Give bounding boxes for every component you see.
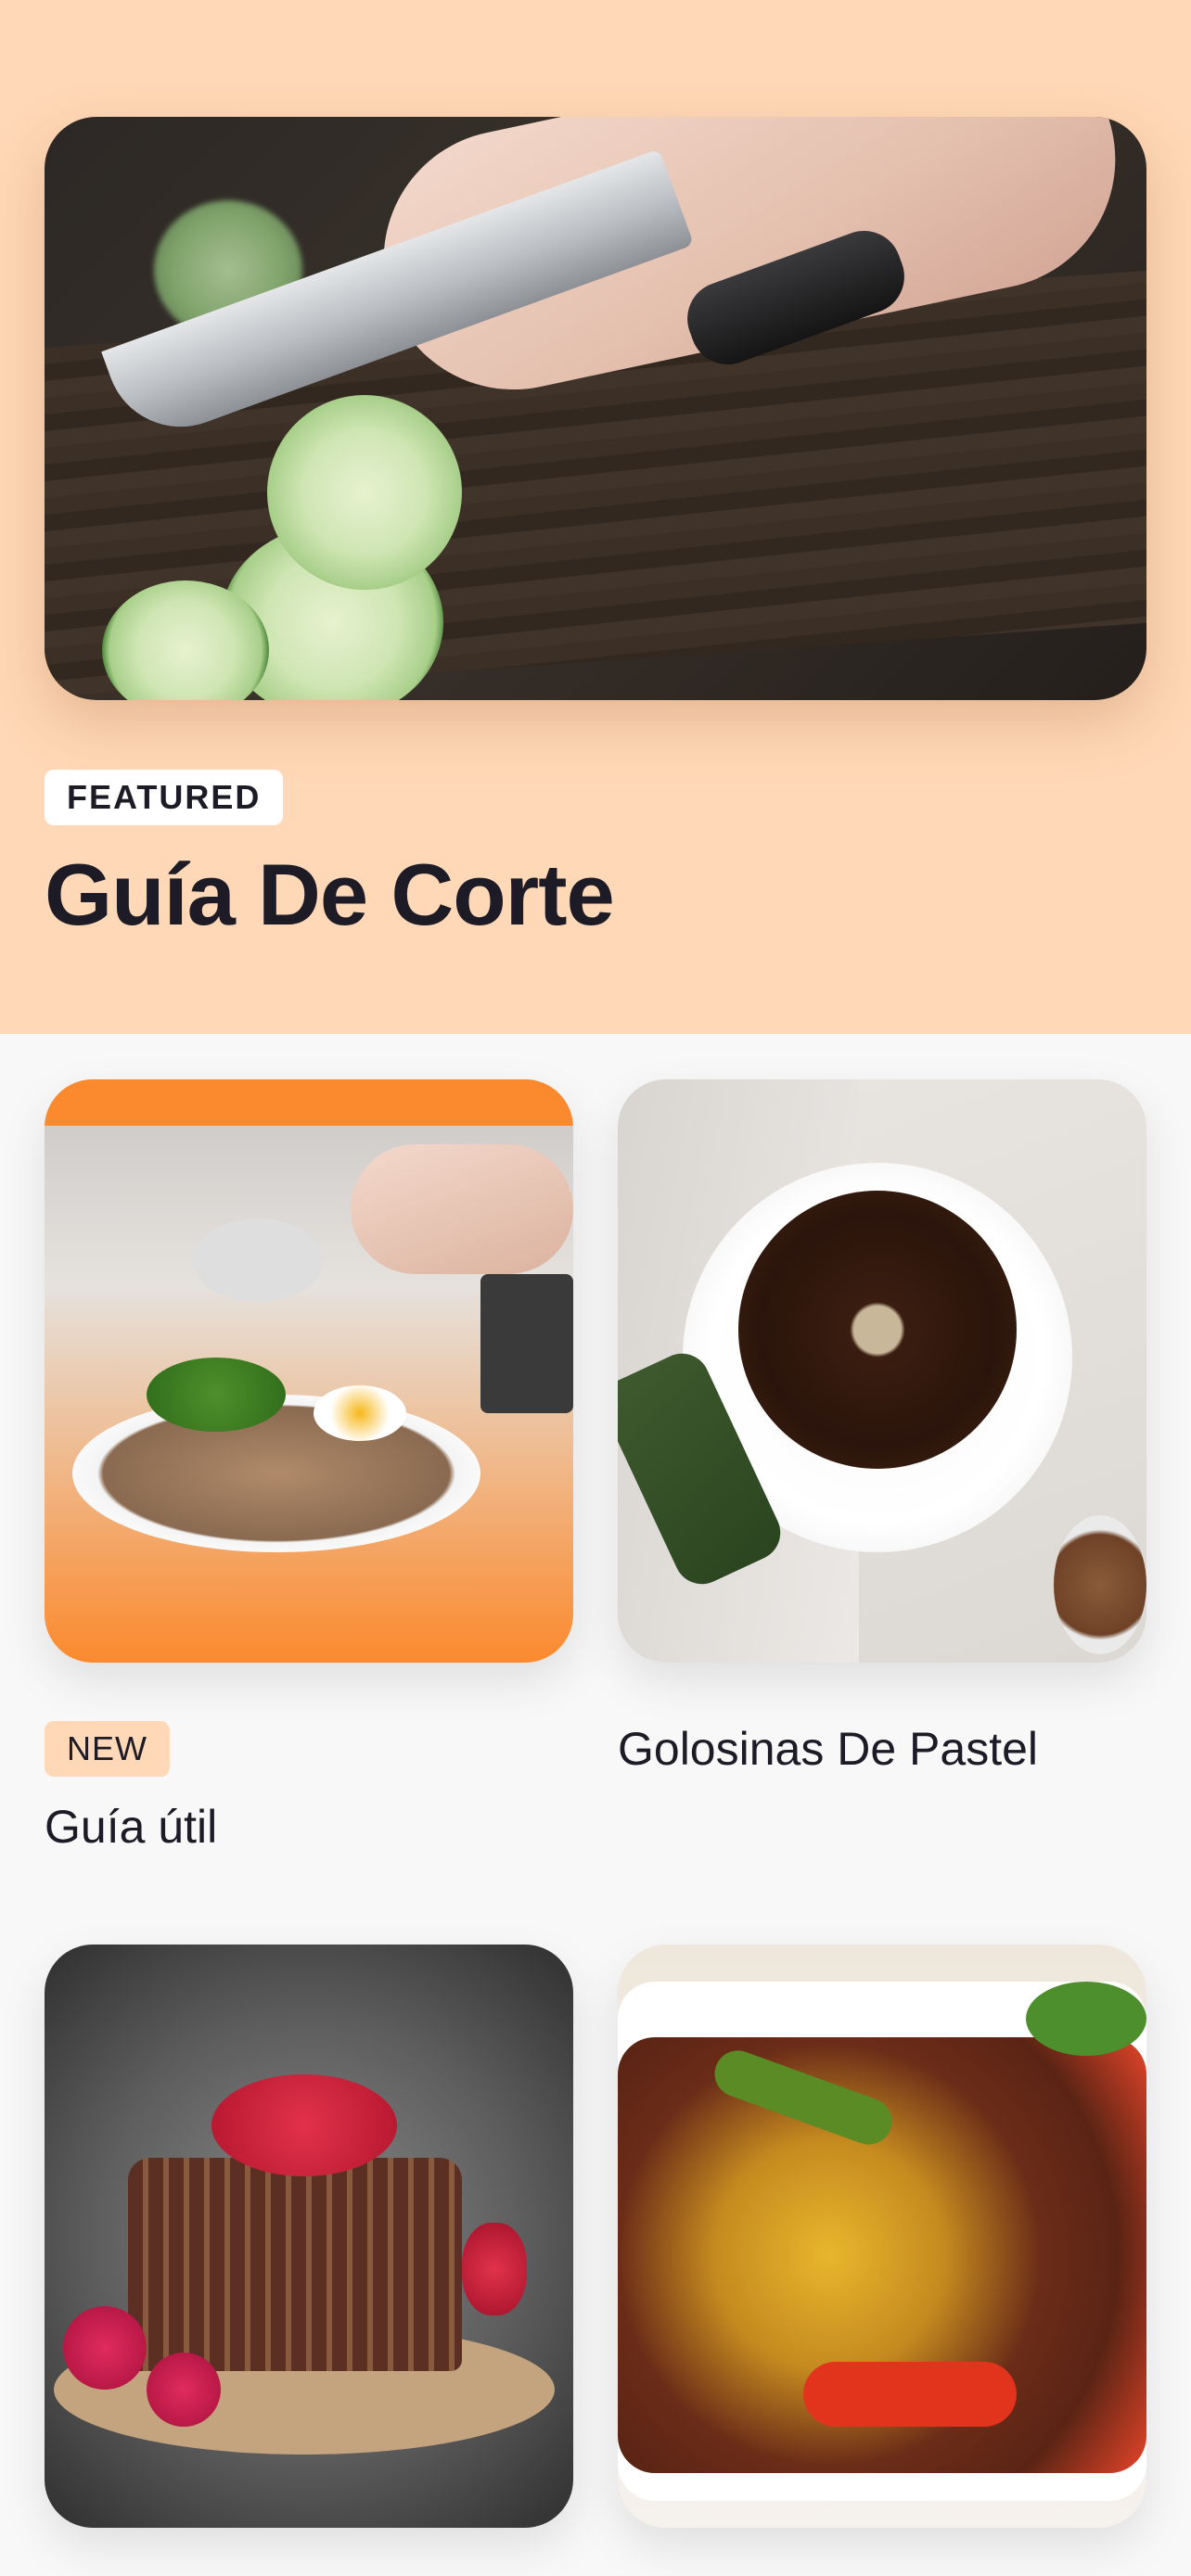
broccoli bbox=[147, 1358, 286, 1432]
new-badge: NEW bbox=[45, 1721, 170, 1777]
bundt-cake bbox=[738, 1191, 1017, 1469]
cucumber-end bbox=[267, 395, 462, 590]
card-title[interactable]: Guía útil bbox=[45, 1799, 217, 1855]
raspberry bbox=[63, 2306, 147, 2390]
card-image-bundt-cake[interactable] bbox=[618, 1079, 1146, 1663]
egg bbox=[314, 1385, 406, 1441]
cocoa-bowl bbox=[1054, 1515, 1146, 1654]
strawberry bbox=[462, 2223, 527, 2315]
hand-image bbox=[351, 1144, 573, 1274]
featured-image[interactable] bbox=[45, 117, 1146, 700]
herb-garnish bbox=[1026, 1982, 1146, 2056]
card-image-buckwheat[interactable] bbox=[45, 1079, 573, 1663]
featured-title[interactable]: Guía De Corte bbox=[45, 839, 615, 950]
microwave bbox=[480, 1274, 573, 1413]
card-image-chocolate-cake[interactable] bbox=[45, 1945, 573, 2528]
featured-section: FEATURED Guía De Corte bbox=[0, 0, 1191, 1034]
card-image-sweet-sour-pork[interactable] bbox=[618, 1945, 1146, 2528]
plate bbox=[72, 1395, 480, 1552]
red-pepper bbox=[803, 2362, 1017, 2427]
orange-wall bbox=[45, 1079, 573, 1126]
strawberry bbox=[211, 2074, 397, 2176]
featured-badge: FEATURED bbox=[45, 770, 284, 825]
card-title[interactable]: Golosinas De Pastel bbox=[618, 1721, 1038, 1777]
ladle bbox=[193, 1218, 323, 1302]
raspberry bbox=[147, 2353, 221, 2427]
cake-slice bbox=[128, 2158, 462, 2371]
